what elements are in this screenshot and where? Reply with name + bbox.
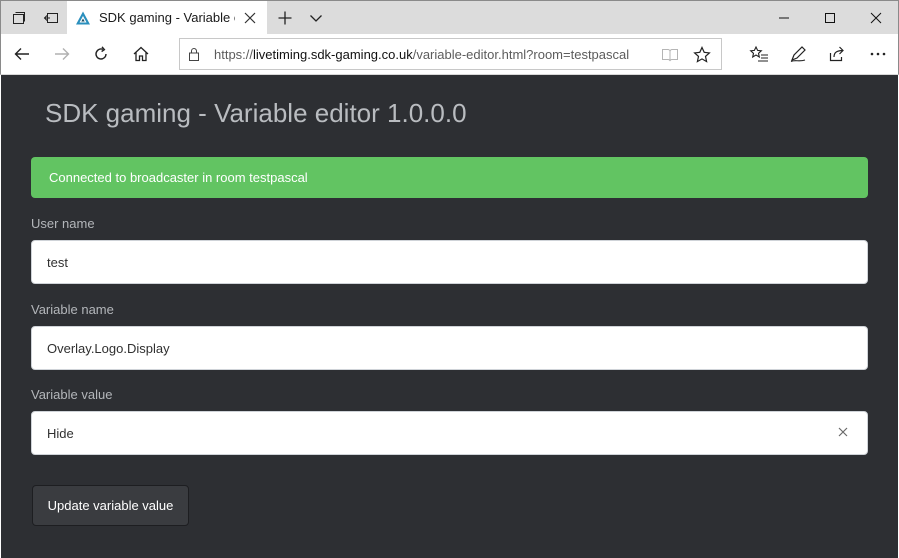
url-path: /variable-editor.html?room=testpascal <box>412 47 630 62</box>
minimize-icon[interactable] <box>761 1 807 35</box>
favorites-list-icon[interactable] <box>743 38 775 70</box>
favorite-star-icon[interactable] <box>691 44 713 66</box>
home-icon[interactable] <box>125 38 157 70</box>
lock-icon[interactable] <box>186 46 202 62</box>
refresh-icon[interactable] <box>85 38 117 70</box>
variable-value-label: Variable value <box>31 387 113 402</box>
forward-arrow-icon[interactable] <box>46 38 78 70</box>
variable-name-label: Variable name <box>31 302 114 317</box>
sdk-gaming-logo-icon <box>75 10 91 26</box>
share-icon[interactable] <box>821 38 853 70</box>
back-arrow-icon[interactable] <box>6 38 38 70</box>
browser-tab-active[interactable]: SDK gaming - Variable editor 1.0.0.0 <box>67 1 267 35</box>
url-scheme: https:// <box>214 47 254 62</box>
window-close-icon[interactable] <box>853 1 899 35</box>
connection-status-alert: Connected to broadcaster in room testpas… <box>31 157 868 198</box>
navigation-bar: https://livetiming.sdk-gaming.co.uk/vari… <box>0 34 899 75</box>
address-bar[interactable]: https://livetiming.sdk-gaming.co.uk/vari… <box>179 38 722 70</box>
set-tabs-aside-icon[interactable] <box>35 1 67 35</box>
user-name-input[interactable] <box>31 240 868 284</box>
page-content: SDK gaming - Variable editor 1.0.0.0 Con… <box>1 75 898 558</box>
variable-value-input[interactable] <box>31 411 868 455</box>
tab-list-chevron-down-icon[interactable] <box>300 1 332 35</box>
new-tab-plus-icon[interactable] <box>269 1 301 35</box>
more-icon[interactable] <box>862 38 894 70</box>
clear-value-close-icon[interactable] <box>833 422 853 442</box>
web-note-pen-icon[interactable] <box>782 38 814 70</box>
maximize-icon[interactable] <box>807 1 853 35</box>
update-variable-value-button[interactable]: Update variable value <box>32 485 189 526</box>
url-text[interactable]: https://livetiming.sdk-gaming.co.uk/vari… <box>214 47 629 63</box>
page-title: SDK gaming - Variable editor 1.0.0.0 <box>45 98 467 128</box>
tab-bar: SDK gaming - Variable editor 1.0.0.0 <box>0 0 899 35</box>
variable-name-input[interactable] <box>31 326 868 370</box>
tab-title: SDK gaming - Variable editor 1.0.0.0 <box>99 10 235 25</box>
tab-close-icon[interactable] <box>241 9 259 27</box>
tab-actions-icon[interactable] <box>3 1 35 35</box>
url-host: livetiming.sdk-gaming.co.uk <box>253 47 413 62</box>
user-name-label: User name <box>31 216 95 231</box>
reading-view-book-icon[interactable] <box>659 44 681 66</box>
